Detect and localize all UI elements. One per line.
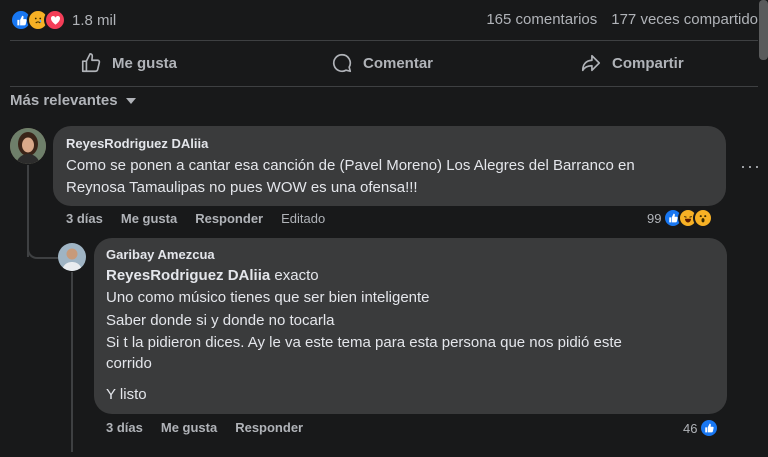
share-button-label: Compartir [612,54,684,72]
thread-line [71,272,73,452]
comment-bubble-icon [332,53,352,73]
thread-connector [27,241,59,259]
comment-author[interactable]: Garibay Amezcua [106,247,215,262]
comment-text-line: Saber donde si y donde no tocarla [106,312,335,329]
comment-text-line: Uno como músico tienes que ser bien inte… [106,289,430,306]
wow-reaction-icon [693,208,714,228]
shares-count[interactable]: 177 veces compartido [611,11,758,28]
comment-text-line: Y listo [106,386,147,403]
comment-reply-link[interactable]: Responder [235,420,303,435]
comment-time[interactable]: 3 días [106,420,143,435]
divider [10,86,758,87]
comment-text-line: Reynosa Tamaulipas no pues WOW es una of… [66,179,418,196]
comment-author[interactable]: ReyesRodriguez DAliia [66,136,208,151]
comment-text-line: Si t la pidieron dices. Ay le va este te… [106,334,622,351]
like-button-label: Me gusta [112,54,178,72]
avatar[interactable] [10,128,46,164]
comment-edited-label[interactable]: Editado [281,211,325,226]
divider [10,40,758,41]
comment-button-label: Comentar [363,54,434,72]
comment-text-line: ReyesRodriguez DAliia exacto [106,265,319,287]
scrollbar-thumb[interactable] [759,0,768,60]
reaction-summary[interactable]: 1.8 mil [10,9,116,31]
post-stats: 165 comentarios 177 veces compartido [486,11,758,28]
caret-down-icon [125,97,136,104]
avatar[interactable] [58,243,86,271]
comment-reactions[interactable]: 99 [647,208,714,228]
mention-link[interactable]: ReyesRodriguez DAliia [106,267,270,284]
comment-time[interactable]: 3 días [66,211,103,226]
comment-like-link[interactable]: Me gusta [161,420,217,435]
thumbs-up-icon [81,53,101,73]
more-options-icon[interactable]: ··· [740,156,761,177]
share-arrow-icon [581,54,601,72]
love-reaction-icon [44,9,66,31]
comment-like-link[interactable]: Me gusta [121,211,177,226]
sort-label: Más relevantes [10,92,118,109]
like-button[interactable]: Me gusta [80,52,177,74]
comment-reply-link[interactable]: Responder [195,211,263,226]
comment-text: exacto [274,267,319,284]
comment-reactions[interactable]: 46 [683,418,720,438]
like-reaction-icon [699,418,720,438]
comment-button[interactable]: Comentar [331,52,433,74]
comment-text-line: Como se ponen a cantar esa canción de (P… [66,157,635,174]
reactions-count[interactable]: 1.8 mil [72,12,116,29]
comment-reaction-count: 46 [683,420,698,436]
comment-meta: 3 días Me gusta Responder [106,420,303,435]
comments-count[interactable]: 165 comentarios [486,11,597,28]
comment-reaction-count: 99 [647,210,662,226]
comment-meta: 3 días Me gusta Responder Editado [66,211,325,226]
sort-dropdown[interactable]: Más relevantes [10,92,136,109]
share-button[interactable]: Compartir [580,52,684,74]
comment-text-line: corrido [106,355,152,372]
